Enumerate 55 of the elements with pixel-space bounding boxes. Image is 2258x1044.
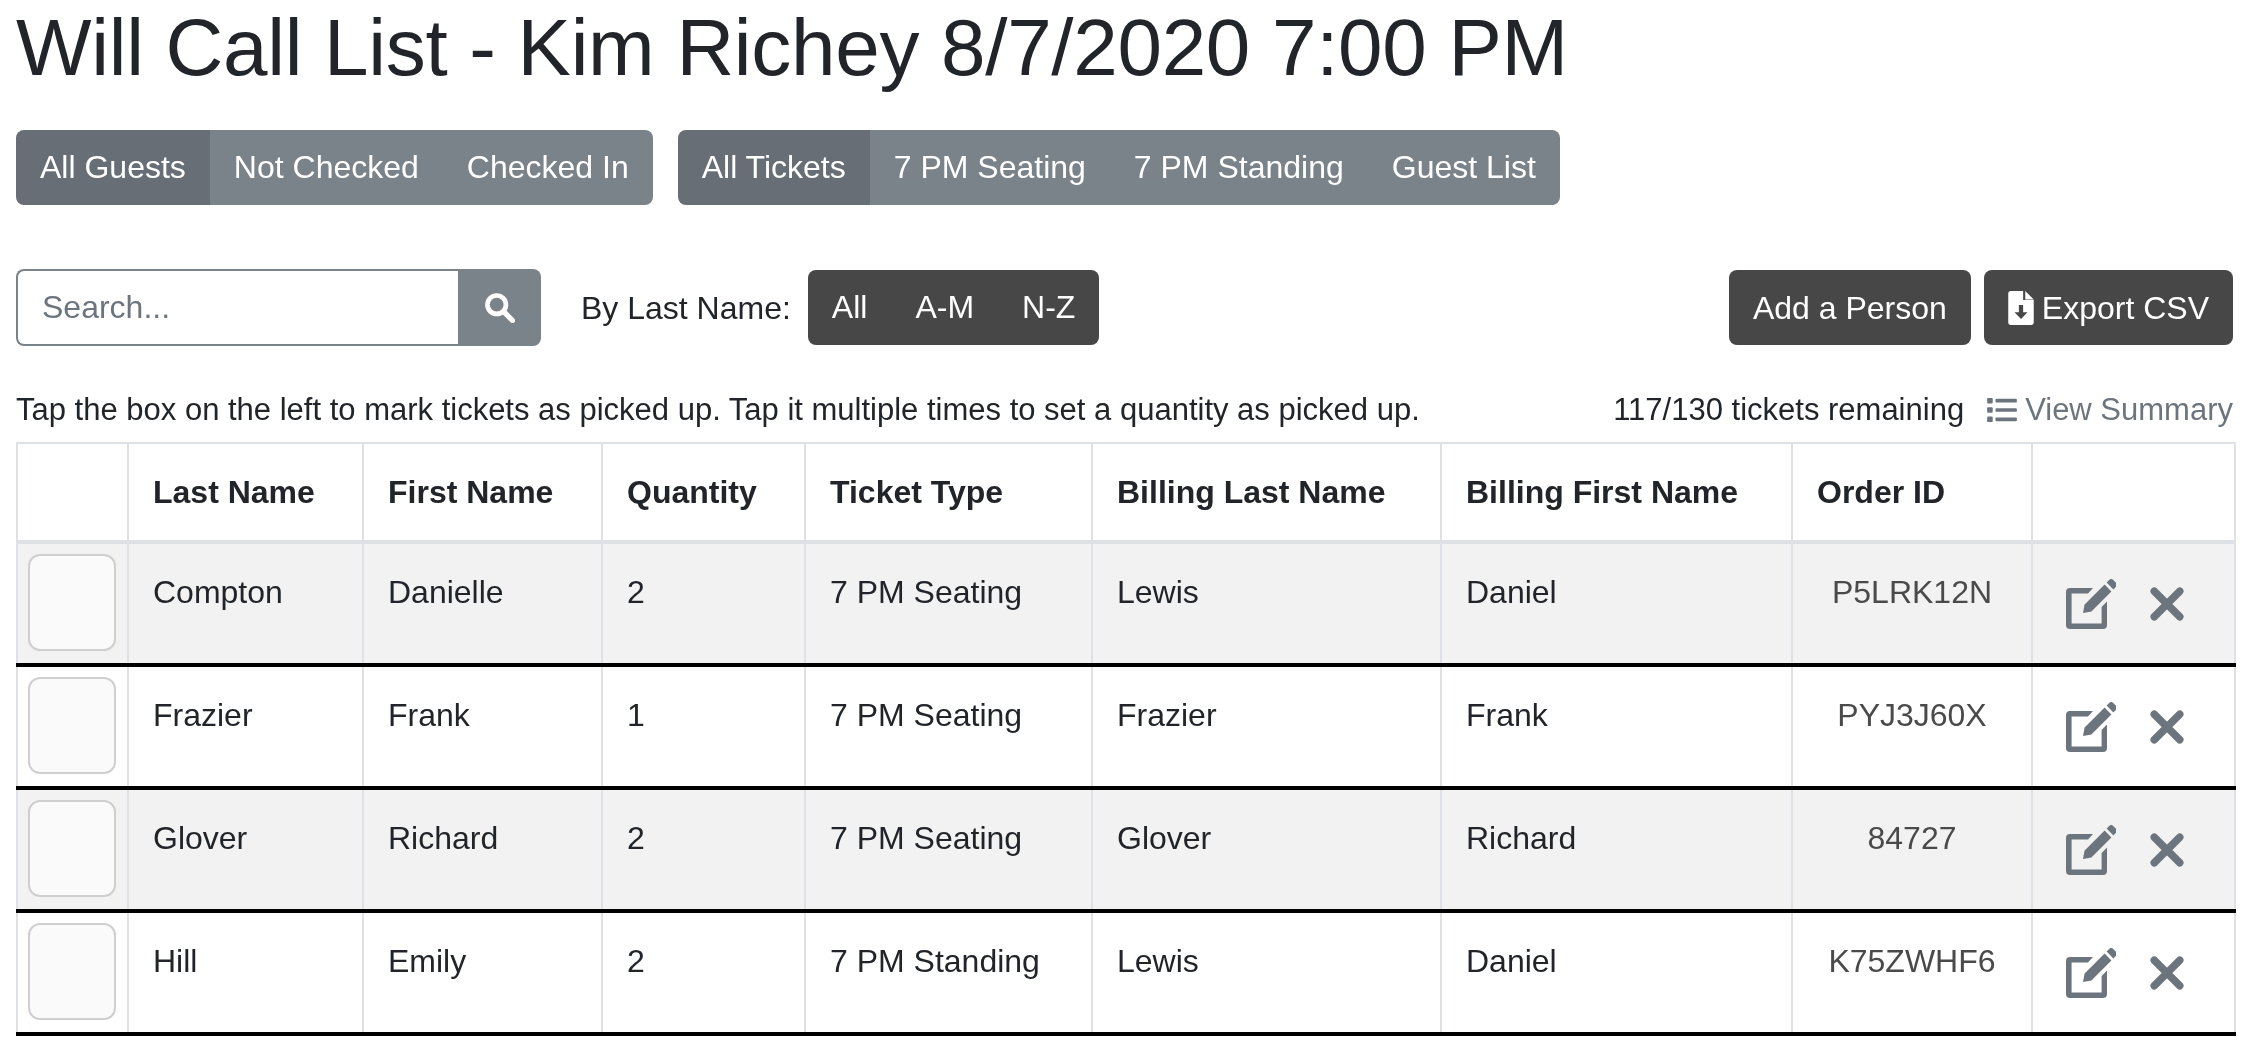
edit-icon[interactable]: [2066, 701, 2116, 752]
table-cell: Emily: [363, 911, 602, 1034]
table-cell: Glover: [128, 788, 363, 911]
pickup-checkbox[interactable]: [28, 923, 116, 1020]
cross-icon[interactable]: [2150, 586, 2184, 621]
table-cell: Richard: [1441, 788, 1792, 911]
filter-tab[interactable]: A-M: [891, 270, 999, 345]
table-cell: 2: [602, 542, 805, 665]
tickets-remaining-text: 117/130 tickets remaining: [1613, 391, 1965, 429]
table-cell: Daniel: [1441, 911, 1792, 1034]
add-person-button[interactable]: Add a Person: [1728, 270, 1971, 345]
table-cell: 2: [602, 911, 805, 1034]
table-cell: 7 PM Seating: [805, 788, 1092, 911]
table-cell: 2: [602, 788, 805, 911]
search-icon: [484, 292, 515, 323]
table-cell: 84727: [1792, 788, 2032, 911]
filter-tab[interactable]: N-Z: [998, 270, 1100, 345]
file-download-icon: [2007, 290, 2034, 325]
edit-icon[interactable]: [2066, 578, 2116, 629]
table-cell: 7 PM Seating: [805, 542, 1092, 665]
pickup-checkbox[interactable]: [28, 554, 116, 651]
export-csv-button[interactable]: Export CSV: [1983, 270, 2233, 345]
cross-icon[interactable]: [2150, 832, 2184, 867]
page-title: Will Call List - Kim Richey 8/7/2020 7:00 PM: [16, 2, 1569, 94]
table-cell: Hill: [128, 911, 363, 1034]
table-cell: Glover: [1092, 788, 1441, 911]
filter-tab[interactable]: All Tickets: [677, 130, 870, 205]
edit-icon[interactable]: [2066, 824, 2116, 875]
search-button[interactable]: [458, 269, 541, 346]
filter-tab[interactable]: Checked In: [442, 130, 653, 205]
table-cell: Compton: [128, 542, 363, 665]
filter-tab[interactable]: Guest List: [1367, 130, 1560, 205]
list-icon: [1987, 397, 2018, 423]
table-cell: Richard: [363, 788, 602, 911]
table-cell: K75ZWHF6: [1792, 911, 2032, 1034]
cross-icon[interactable]: [2150, 709, 2184, 744]
filter-tab[interactable]: Not Checked: [209, 130, 443, 205]
filter-label: By Last Name:: [581, 288, 791, 328]
table-cell: P5LRK12N: [1792, 542, 2032, 665]
filter-tab[interactable]: 7 PM Seating: [869, 130, 1110, 205]
instructions-text: Tap the box on the left to mark tickets as picked up. Tap it multiple times to set a quantity as picked up.: [16, 391, 1420, 429]
filter-tab[interactable]: All: [807, 270, 892, 345]
pickup-checkbox[interactable]: [28, 800, 116, 897]
cross-icon[interactable]: [2150, 955, 2184, 990]
table-cell: Lewis: [1092, 911, 1441, 1034]
pickup-checkbox[interactable]: [28, 677, 116, 774]
edit-icon[interactable]: [2066, 947, 2116, 998]
table-cell: Danielle: [363, 542, 602, 665]
view-summary-link[interactable]: View Summary: [1987, 386, 2233, 434]
filter-tab[interactable]: All Guests: [16, 130, 210, 205]
search-field[interactable]: Search...: [16, 269, 458, 346]
filter-tab[interactable]: 7 PM Standing: [1109, 130, 1368, 205]
table-cell: 7 PM Standing: [805, 911, 1092, 1034]
table-cell: Lewis: [1092, 542, 1441, 665]
table-cell: Daniel: [1441, 542, 1792, 665]
